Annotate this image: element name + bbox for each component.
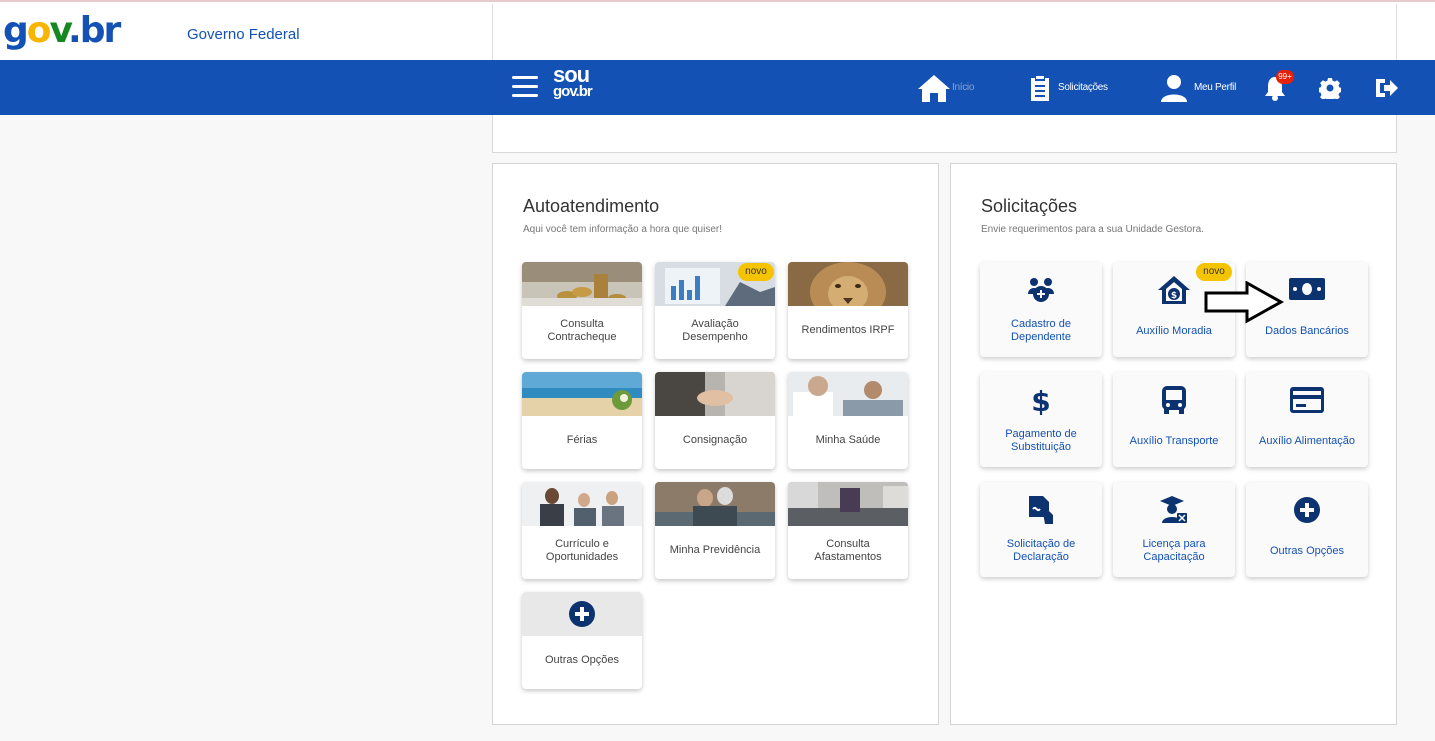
svg-text:$: $ (1171, 291, 1177, 301)
tile-label: Minha Previdência (669, 544, 761, 556)
clipboard-icon (1031, 75, 1049, 101)
tile-label: Cadastro de Dependente (1011, 318, 1071, 343)
handshake-photo (655, 372, 775, 416)
tile-label: Solicitação de Declaração (1006, 538, 1076, 563)
tile-label: Outras Opções (545, 654, 619, 666)
tile-minha-previdencia[interactable]: Minha Previdência (655, 482, 775, 579)
tile-label: Outras Opções (1270, 544, 1344, 557)
dependents-icon (1028, 278, 1054, 302)
tile-label: Auxílio Transporte (1129, 434, 1219, 447)
signed-document-icon (1029, 496, 1053, 524)
tile-label: Auxílio Alimentação (1259, 434, 1355, 447)
tile-outras-opcoes-solic[interactable]: Outras Opções (1246, 482, 1368, 577)
home-icon (918, 74, 950, 102)
plus-circle-icon (1294, 497, 1320, 523)
tile-licenca-capacitacao[interactable]: Licença para Capacitação (1113, 482, 1235, 577)
house-money-icon: $ (1158, 276, 1190, 304)
governo-federal-label[interactable]: Governo Federal (187, 26, 300, 43)
tile-pagamento-substituicao[interactable]: $ Pagamento de Substituição (980, 372, 1102, 467)
tile-label: Pagamento de Substituição (1005, 428, 1077, 453)
graduation-icon (1160, 496, 1187, 523)
dollar-icon: $ (1031, 385, 1050, 415)
tile-label: Minha Saúde (815, 434, 881, 446)
divider (492, 4, 493, 62)
business-people-photo (522, 482, 642, 526)
tile-minha-saude[interactable]: Minha Saúde (788, 372, 908, 469)
notification-count-badge: 99+ (1276, 70, 1294, 84)
tile-label: Consulta Contracheque (547, 317, 617, 343)
tile-label: Férias (566, 434, 598, 446)
nav-solicitacoes[interactable]: Solicitações (1028, 60, 1108, 115)
tile-auxilio-transporte[interactable]: Auxílio Transporte (1113, 372, 1235, 467)
tile-solicitacao-declaracao[interactable]: Solicitação de Declaração (980, 482, 1102, 577)
tile-label: Currículo e Oportunidades (545, 537, 619, 563)
office-chair-photo (788, 482, 908, 526)
tile-consulta-afastamentos[interactable]: Consulta Afastamentos (788, 482, 908, 579)
sougov-logo[interactable]: sou gov.br (553, 64, 593, 101)
solicitacoes-subtitle: Envie requerimentos para a sua Unidade G… (981, 224, 1204, 235)
nav-meu-perfil[interactable]: Meu Perfil (1160, 60, 1236, 115)
autoatendimento-subtitle: Aqui você tem informação a hora que quis… (523, 224, 722, 235)
previous-card-bottom (492, 115, 1397, 153)
tile-auxilio-alimentacao[interactable]: Auxílio Alimentação (1246, 372, 1368, 467)
tile-label: Consignação (682, 434, 748, 446)
tile-label: Avaliação Desempenho (682, 317, 748, 343)
plus-circle-icon (569, 601, 595, 627)
tile-ferias[interactable]: Férias (522, 372, 642, 469)
tile-consulta-contracheque[interactable]: Consulta Contracheque (522, 262, 642, 359)
bus-icon (1162, 386, 1186, 414)
banknote-icon (1289, 278, 1325, 300)
credit-card-icon (1290, 387, 1324, 413)
tile-curriculo-oportunidades[interactable]: Currículo e Oportunidades (522, 482, 642, 579)
elderly-couple-photo (655, 482, 775, 526)
hamburger-menu-icon[interactable] (512, 76, 538, 98)
lion-photo (788, 262, 908, 306)
tile-label: Consulta Afastamentos (814, 537, 882, 563)
govbr-logo[interactable]: gov.br (3, 11, 121, 51)
coins-photo (522, 262, 642, 306)
tile-label: Licença para Capacitação (1142, 538, 1206, 563)
logout-button[interactable] (1374, 60, 1398, 115)
tile-outras-opcoes-auto[interactable]: Outras Opções (522, 592, 642, 689)
novo-badge: novo (1196, 263, 1232, 281)
doctor-photo (788, 372, 908, 416)
plus-area (522, 592, 642, 636)
settings-button[interactable] (1319, 60, 1341, 115)
user-icon (1161, 74, 1187, 102)
svg-text:$: $ (1031, 385, 1050, 415)
nav-inicio[interactable]: Início (916, 60, 974, 115)
tile-label: Rendimentos IRPF (801, 324, 895, 336)
tile-consignacao[interactable]: Consignação (655, 372, 775, 469)
autoatendimento-title: Autoatendimento (523, 196, 660, 216)
tile-rendimentos-irpf[interactable]: Rendimentos IRPF (788, 262, 908, 359)
govbr-header: gov.br Governo Federal (0, 2, 1435, 62)
sougov-navbar: sou gov.br Início Solicitações Meu Perfi… (0, 60, 1435, 115)
notifications-button[interactable] (1263, 60, 1287, 115)
divider (1396, 4, 1397, 62)
novo-badge: novo (738, 263, 774, 281)
beach-photo (522, 372, 642, 416)
logout-icon (1376, 78, 1398, 97)
tile-cadastro-dependente[interactable]: Cadastro de Dependente (980, 262, 1102, 357)
gear-icon (1319, 77, 1341, 99)
solicitacoes-title: Solicitações (981, 196, 1078, 216)
pointer-arrow-icon (1204, 281, 1285, 324)
